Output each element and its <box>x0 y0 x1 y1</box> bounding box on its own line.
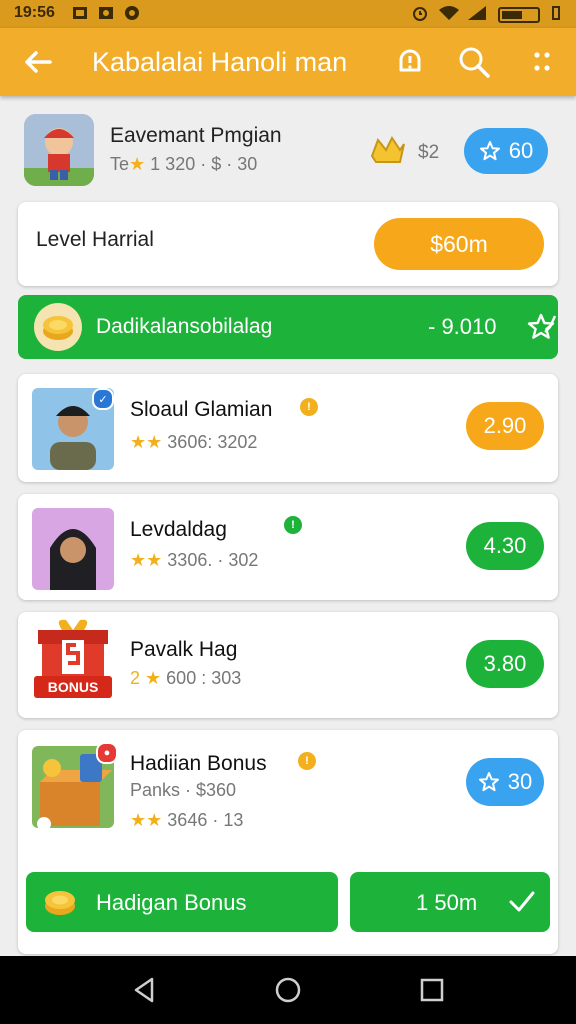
item-thumbnail <box>32 508 114 590</box>
item-stars: ★★ <box>130 432 163 452</box>
bonus-thumbnail: BONUS <box>32 618 114 700</box>
alarm-icon <box>413 7 427 21</box>
item-action-button[interactable]: 30 <box>466 758 544 806</box>
charging-icon <box>552 6 560 20</box>
list-item[interactable]: ✓ Sloaul Glamian ! ★★ 3606: 3202 2.90 <box>18 374 558 482</box>
game-subtitle-stats: 1 320 · $ · 30 <box>150 154 258 174</box>
game-header: Eavemant Pmgian Te★ 1 320 · $ · 30 $2 60 <box>0 104 576 196</box>
item-name: Hadiian Bonus <box>130 752 267 775</box>
verified-icon: ✓ <box>92 388 114 410</box>
bonus-button[interactable]: Hadigan Bonus <box>26 872 338 932</box>
app-notification-icon <box>125 6 139 20</box>
image-notification-icon <box>73 7 87 19</box>
item-subtitle: Panks · $360 <box>130 780 237 800</box>
item-meta: ★★ 3306. · 302 <box>130 550 258 571</box>
wifi-icon <box>439 6 459 20</box>
game-subtitle-prefix: Te <box>110 154 130 174</box>
coin-stack-icon <box>43 316 73 340</box>
list-item[interactable]: Levdaldag ! ★★ 3306. · 302 4.30 <box>18 494 558 600</box>
status-bar: 19:56 <box>0 0 576 28</box>
item-stars: ★★ <box>130 550 163 570</box>
game-avatar <box>24 114 94 186</box>
game-action-button[interactable]: 60 <box>464 128 548 174</box>
star-icon <box>478 772 499 792</box>
level-label: Level Harrial <box>36 228 154 251</box>
system-nav-bar <box>0 956 576 1024</box>
item-meta-text: 3606: 3202 <box>167 432 258 452</box>
banner-value: - 9.010 <box>428 314 497 339</box>
crown-coin-icon <box>370 136 405 163</box>
item-name: Pavalk Hag <box>130 638 238 661</box>
item-action-label: 30 <box>507 769 533 794</box>
item-meta: ★★ 3606: 3202 <box>130 432 257 453</box>
bonus-button-label: Hadigan Bonus <box>96 890 247 915</box>
star-check-icon <box>527 313 556 339</box>
item-action-button[interactable]: 4.30 <box>466 522 544 570</box>
signal-icon <box>468 6 486 20</box>
reward-banner[interactable]: Dadikalansobilalag - 9.010 <box>18 295 558 359</box>
coin-stack-icon <box>45 891 75 915</box>
item-meta-text: 3306. · 302 <box>167 550 259 570</box>
checkmark-icon <box>509 891 535 912</box>
more-options-icon[interactable] <box>524 44 560 80</box>
app-bar: Kabalalai Hanoli man <box>0 28 576 96</box>
photo-notification-icon <box>99 7 113 19</box>
claim-button-label: 1 50m <box>416 890 478 915</box>
level-button[interactable]: $60m <box>374 218 544 270</box>
claim-button[interactable]: 1 50m <box>350 872 550 932</box>
game-price: $2 <box>418 142 440 163</box>
battery-icon <box>498 7 540 23</box>
item-name: Levdaldag <box>130 518 227 541</box>
banner-label: Dadikalansobilalag <box>96 315 273 338</box>
item-name: Sloaul Glamian <box>130 398 273 421</box>
list-item[interactable]: BONUS Pavalk Hag 2 ★ 600 : 303 3.80 <box>18 612 558 718</box>
info-badge-icon: ! <box>300 398 318 416</box>
item-stars: ★★ <box>130 810 163 830</box>
item-meta-text: 600 : 303 <box>166 668 242 688</box>
rating-star-icon: ★ <box>129 154 146 174</box>
notification-badge-icon: ● <box>96 742 118 764</box>
item-meta: ★★ 3646 · 13 <box>130 810 243 831</box>
nav-home-icon[interactable] <box>272 974 304 1006</box>
item-stars: 2 ★ <box>130 668 162 688</box>
info-badge-icon: ! <box>298 752 316 770</box>
coin-badge <box>34 303 82 351</box>
item-meta: 2 ★ 600 : 303 <box>130 668 241 689</box>
game-action-label: 60 <box>508 138 534 163</box>
notification-bell-icon[interactable] <box>392 44 428 80</box>
back-arrow-icon[interactable] <box>20 44 56 80</box>
item-action-button[interactable]: 3.80 <box>466 640 544 688</box>
info-badge-icon: ! <box>284 516 302 534</box>
game-title: Eavemant Pmgian <box>110 124 282 147</box>
star-icon <box>479 141 500 161</box>
search-icon[interactable] <box>456 44 492 80</box>
nav-recents-icon[interactable] <box>416 974 448 1006</box>
bonus-thumb-label: BONUS <box>47 679 99 695</box>
nav-back-icon[interactable] <box>128 974 160 1006</box>
game-subtitle: Te★ 1 320 · $ · 30 <box>110 154 257 175</box>
item-meta-text: 3646 · 13 <box>167 810 244 830</box>
status-time: 19:56 <box>14 4 55 21</box>
page-title: Kabalalai Hanoli man <box>92 47 348 77</box>
item-action-button[interactable]: 2.90 <box>466 402 544 450</box>
level-card: Level Harrial $60m <box>18 202 558 286</box>
